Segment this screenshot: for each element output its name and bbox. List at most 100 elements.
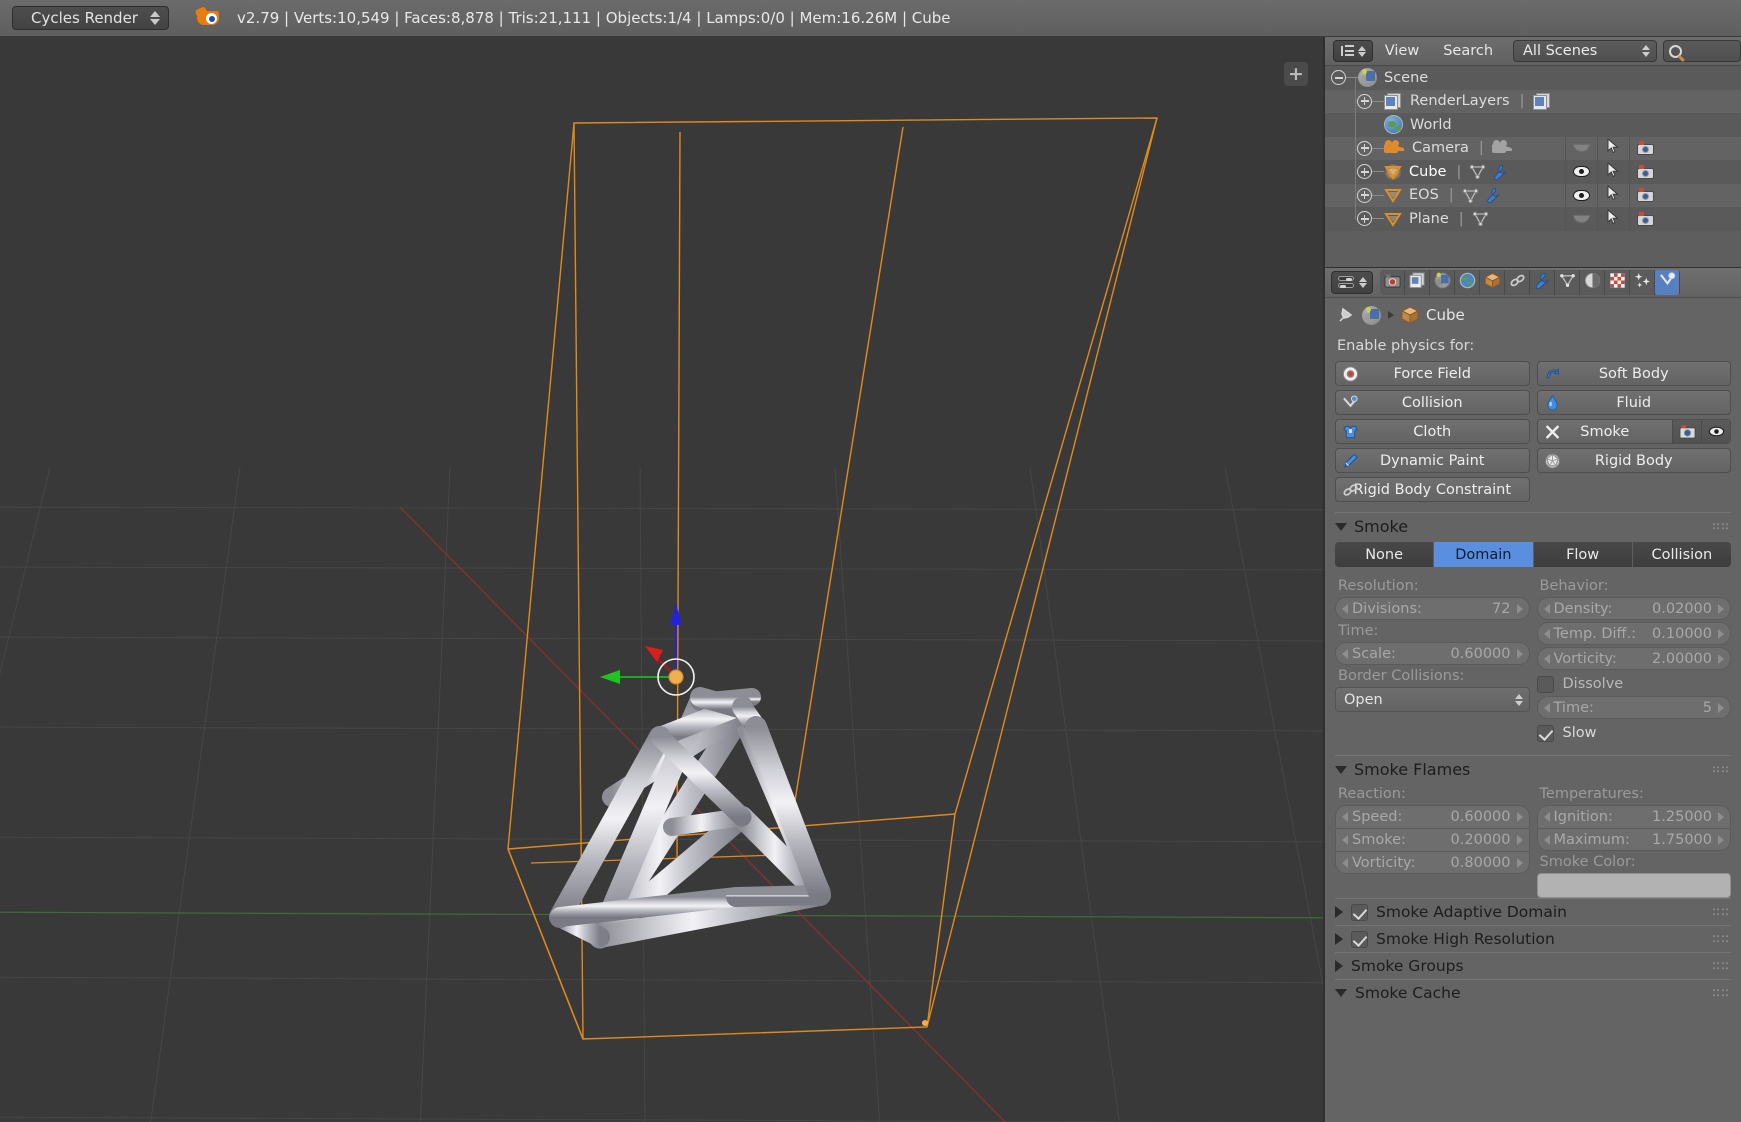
visibility-eye-icon[interactable]	[1572, 144, 1590, 153]
outliner-col-eye-on[interactable]	[1565, 160, 1596, 184]
smoke-type-collision[interactable]: Collision	[1632, 542, 1731, 567]
camera-render-icon[interactable]	[1672, 420, 1701, 443]
decrement-arrow-icon[interactable]	[1342, 835, 1348, 845]
render-camera-icon[interactable]	[1636, 164, 1654, 179]
outliner-row-cube[interactable]: Cube |	[1325, 160, 1741, 184]
maximum-field[interactable]: Maximum: 1.75000	[1536, 828, 1731, 851]
physics-button-collision[interactable]: Collision	[1335, 390, 1530, 415]
properties-tab-world[interactable]	[1455, 270, 1480, 295]
physics-button-smoke[interactable]: Smoke	[1536, 419, 1731, 444]
outliner-col-cursor-arrow[interactable]	[1597, 183, 1628, 207]
grip-icon[interactable]	[1712, 989, 1730, 997]
render-camera-icon[interactable]	[1636, 141, 1654, 156]
grip-icon[interactable]	[1712, 765, 1730, 774]
outliner-row-renderlayers[interactable]: RenderLayers |	[1325, 89, 1741, 113]
physics-button-rigid-body-constraint[interactable]: Rigid Body Constraint	[1335, 477, 1530, 502]
increment-arrow-icon[interactable]	[1718, 702, 1724, 713]
dissolve-row[interactable]: Dissolve	[1536, 672, 1732, 696]
flames-speed-field[interactable]: Speed: 0.60000	[1335, 805, 1530, 828]
smoke-type-domain[interactable]: Domain	[1434, 542, 1534, 567]
properties-tab-render-layers[interactable]	[1405, 270, 1430, 295]
outliner-row-scene[interactable]: Scene	[1325, 66, 1741, 90]
outliner-menu-view[interactable]: View	[1373, 43, 1431, 59]
decrement-arrow-icon[interactable]	[1342, 812, 1348, 822]
properties-tab-particles[interactable]	[1630, 270, 1655, 295]
density-field[interactable]: Density: 0.02000	[1536, 597, 1731, 620]
outliner-row-camera[interactable]: Camera |	[1325, 136, 1741, 160]
slow-checkbox[interactable]	[1536, 724, 1554, 742]
decrement-arrow-icon[interactable]	[1543, 702, 1550, 713]
visibility-eye-icon[interactable]	[1572, 214, 1590, 223]
decrement-arrow-icon[interactable]	[1543, 603, 1550, 614]
properties-tab-texture[interactable]	[1605, 270, 1630, 295]
outliner-col-eye-off[interactable]	[1565, 207, 1596, 231]
decrement-arrow-icon[interactable]	[1342, 648, 1348, 659]
panel-header-smoke-groups[interactable]: Smoke Groups	[1335, 952, 1731, 979]
outliner-col-eye-off[interactable]	[1565, 136, 1596, 160]
outliner-row-world[interactable]: World	[1325, 113, 1741, 137]
render-engine-dropdown[interactable]: Cycles Render	[12, 6, 169, 30]
divisions-field[interactable]: Divisions: 72	[1335, 597, 1530, 620]
physics-button-soft-body[interactable]: Soft Body	[1536, 361, 1731, 386]
grip-icon[interactable]	[1712, 962, 1730, 970]
properties-tab-physics[interactable]	[1655, 270, 1680, 295]
dissolve-time-field[interactable]: Time: 5	[1536, 696, 1731, 719]
smoke-flames-panel-header[interactable]: Smoke Flames	[1335, 755, 1731, 783]
decrement-arrow-icon[interactable]	[1342, 857, 1348, 868]
decrement-arrow-icon[interactable]	[1543, 628, 1550, 639]
outliner-col-camera-render[interactable]	[1629, 160, 1660, 184]
expand-toggle[interactable]	[1357, 187, 1372, 203]
properties-tab-object[interactable]	[1480, 270, 1505, 295]
outliner-col-cursor-arrow[interactable]	[1597, 136, 1628, 160]
increment-arrow-icon[interactable]	[1516, 812, 1523, 822]
flames-smoke-field[interactable]: Smoke: 0.20000	[1335, 828, 1530, 851]
increment-arrow-icon[interactable]	[1516, 648, 1523, 659]
grip-icon[interactable]	[1712, 908, 1730, 916]
physics-button-dynamic-paint[interactable]: Dynamic Paint	[1335, 448, 1530, 473]
editor-type-icon[interactable]	[1331, 271, 1373, 294]
cube-icon[interactable]	[1400, 306, 1420, 324]
ignition-field[interactable]: Ignition: 1.25000	[1536, 805, 1731, 828]
outliner-mode-icon[interactable]	[1333, 40, 1373, 62]
decrement-arrow-icon[interactable]	[1543, 653, 1550, 664]
selectability-cursor-icon[interactable]	[1607, 208, 1620, 229]
panel-header-smoke-high-resolution[interactable]: Smoke High Resolution	[1335, 925, 1731, 952]
physics-button-rigid-body[interactable]: Rigid Body	[1536, 448, 1731, 473]
expand-toggle[interactable]	[1357, 93, 1372, 109]
flames-vorticity-field[interactable]: Vorticity: 0.80000	[1335, 851, 1530, 874]
vorticity-field[interactable]: Vorticity: 2.00000	[1536, 647, 1731, 670]
scale-field[interactable]: Scale: 0.60000	[1335, 642, 1530, 665]
outliner-row-eos[interactable]: EOS |	[1325, 183, 1741, 207]
outliner-col-camera-render[interactable]	[1629, 207, 1660, 231]
properties-tab-data[interactable]	[1555, 270, 1580, 295]
outliner-row-plane[interactable]: Plane |	[1325, 207, 1741, 231]
pin-icon[interactable]	[1337, 306, 1355, 324]
collapse-toggle[interactable]	[1331, 70, 1346, 86]
physics-button-cloth[interactable]: Cloth	[1335, 419, 1530, 444]
3d-viewport[interactable]: +	[0, 37, 1323, 1122]
properties-tab-constraints[interactable]	[1505, 270, 1530, 295]
viewport-add-toolshelf-button[interactable]: +	[1284, 62, 1308, 86]
decrement-arrow-icon[interactable]	[1543, 834, 1550, 845]
smoke-cache-panel-header[interactable]: Smoke Cache	[1335, 979, 1731, 1006]
increment-arrow-icon[interactable]	[1718, 628, 1724, 639]
grip-icon[interactable]	[1712, 935, 1730, 943]
selectability-cursor-icon[interactable]	[1607, 161, 1620, 182]
border-collisions-dropdown[interactable]: Open	[1335, 687, 1530, 712]
expand-toggle[interactable]	[1357, 140, 1372, 156]
render-camera-icon[interactable]	[1636, 211, 1654, 226]
visibility-eye-icon[interactable]	[1572, 166, 1590, 178]
panel-enable-checkbox[interactable]	[1351, 903, 1368, 921]
smoke-type-none[interactable]: None	[1335, 542, 1435, 567]
panel-header-smoke-adaptive-domain[interactable]: Smoke Adaptive Domain	[1335, 898, 1731, 925]
properties-tab-scene[interactable]	[1430, 270, 1455, 295]
slow-row[interactable]: Slow	[1536, 721, 1732, 745]
increment-arrow-icon[interactable]	[1718, 603, 1724, 614]
selectability-cursor-icon[interactable]	[1607, 138, 1620, 158]
eye-icon[interactable]	[1701, 420, 1730, 443]
physics-button-force-field[interactable]: Force Field	[1335, 361, 1530, 386]
outliner-col-cursor-arrow[interactable]	[1597, 207, 1628, 231]
properties-tab-render[interactable]	[1380, 270, 1405, 295]
properties-tab-material[interactable]	[1580, 270, 1605, 295]
temp-diff-field[interactable]: Temp. Diff.: 0.10000	[1536, 622, 1731, 645]
